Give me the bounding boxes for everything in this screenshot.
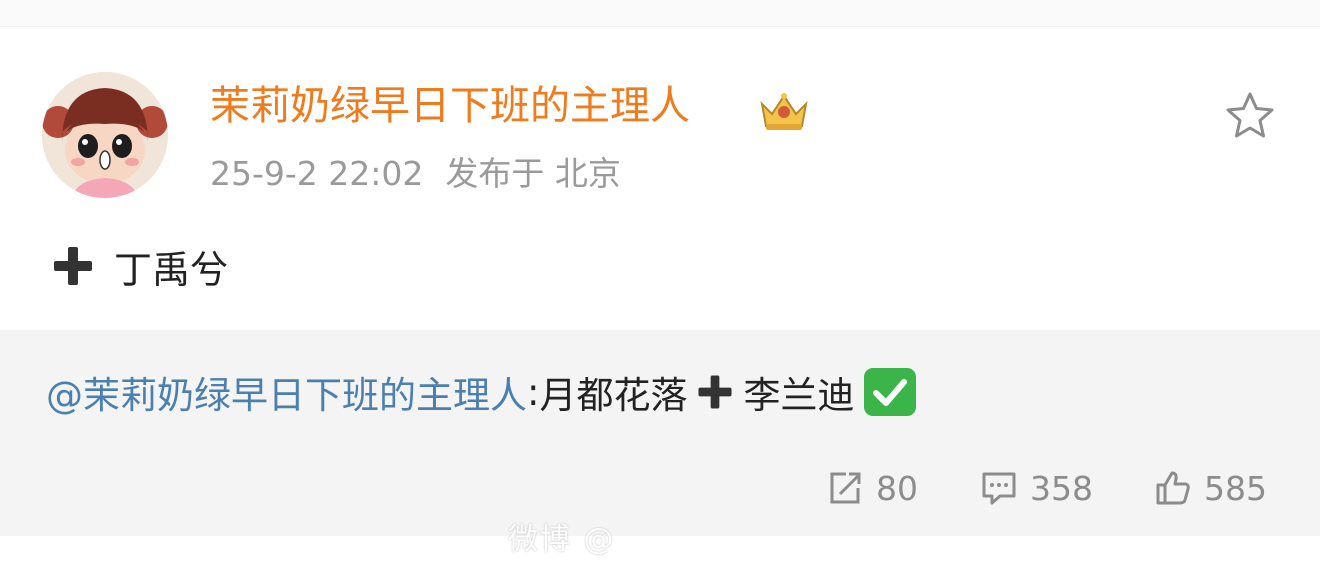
- share-icon: [830, 472, 861, 504]
- share-button[interactable]: 80: [826, 466, 918, 510]
- comment-count: 358: [1030, 468, 1093, 508]
- reposted-content[interactable]: @茉莉奶绿早日下班的主理人: 月都花落 李兰迪 80 358 585: [0, 330, 1320, 536]
- repost-colon: :: [527, 370, 540, 414]
- author-name[interactable]: 茉莉奶绿早日下班的主理人: [210, 80, 690, 132]
- top-divider: [0, 0, 1320, 27]
- repost-mention-link[interactable]: @茉莉奶绿早日下班的主理人: [46, 365, 527, 419]
- watermark: 微博 @: [508, 522, 616, 557]
- like-count: 585: [1204, 468, 1267, 508]
- post-content: 丁禹兮: [50, 238, 228, 294]
- heavy-plus-icon: [54, 247, 92, 285]
- comment-icon: [982, 472, 1016, 505]
- repost-text: @茉莉奶绿早日下班的主理人: 月都花落 李兰迪: [46, 364, 918, 420]
- like-icon: [1156, 471, 1190, 505]
- repost-text-before: 月都花落: [539, 374, 688, 417]
- repost-text-after: 李兰迪: [743, 374, 855, 417]
- share-count: 80: [876, 468, 918, 508]
- post-text: 丁禹兮: [114, 247, 229, 292]
- post-location: 发布于 北京: [445, 154, 621, 193]
- avatar[interactable]: [42, 72, 168, 198]
- comment-button[interactable]: 358: [980, 466, 1093, 510]
- post-meta: 25-9-2 22:02 发布于 北京: [210, 152, 621, 196]
- heavy-plus-icon: [698, 375, 732, 409]
- check-mark-button-icon: [864, 368, 917, 416]
- crown-badge-icon: [760, 93, 808, 130]
- like-button[interactable]: 585: [1154, 466, 1267, 510]
- post-timestamp: 25-9-2 22:02: [210, 154, 424, 193]
- star-icon[interactable]: [1222, 90, 1278, 142]
